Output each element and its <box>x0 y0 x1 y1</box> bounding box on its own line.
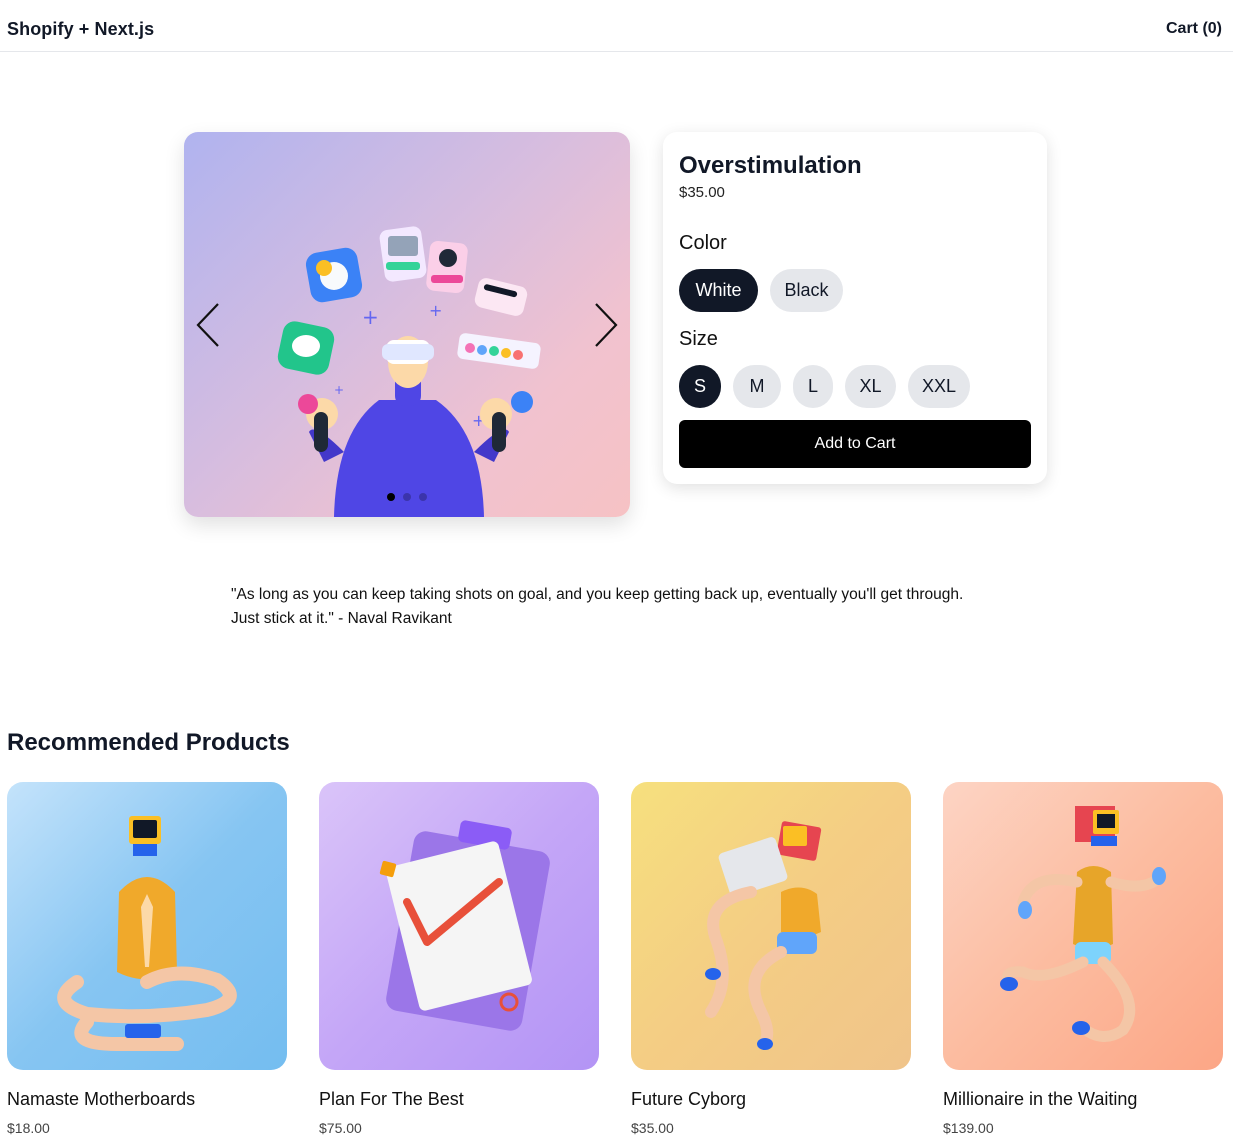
carousel-prev-arrow-icon[interactable] <box>194 302 222 348</box>
vr-character-illustration: + + + + <box>277 226 541 517</box>
add-to-cart-button[interactable]: Add to Cart <box>679 420 1031 468</box>
recommended-heading: Recommended Products <box>7 729 290 756</box>
product-card-price: $139.00 <box>943 1120 994 1136</box>
product-price: $35.00 <box>679 184 725 201</box>
brand-logo[interactable]: Shopify + Next.js <box>7 19 154 40</box>
site-header: Shopify + Next.js Cart (0) <box>0 0 1233 52</box>
svg-text:+: + <box>334 383 344 397</box>
size-option-xl[interactable]: XL <box>845 365 896 408</box>
size-option-xxl[interactable]: XXL <box>908 365 970 408</box>
product-card-future-cyborg[interactable]: Future Cyborg $35.00 <box>631 782 911 1136</box>
product-card-price: $75.00 <box>319 1120 362 1136</box>
product-image-carousel: + + + + <box>184 132 630 517</box>
product-card-title[interactable]: Millionaire in the Waiting <box>943 1089 1137 1110</box>
size-option-l[interactable]: L <box>793 365 833 408</box>
product-thumbnail[interactable] <box>7 782 287 1070</box>
quote-line: "As long as you can keep taking shots on… <box>231 586 964 603</box>
svg-text:+: + <box>362 305 379 329</box>
carousel-dot[interactable] <box>403 493 411 501</box>
size-label: Size <box>679 328 718 350</box>
svg-text:+: + <box>429 301 442 320</box>
product-thumbnail[interactable] <box>631 782 911 1070</box>
product-card-title[interactable]: Namaste Motherboards <box>7 1089 195 1110</box>
carousel-dot[interactable] <box>419 493 427 501</box>
color-option-black[interactable]: Black <box>770 269 843 312</box>
carousel-dots <box>387 493 427 501</box>
product-card-title[interactable]: Future Cyborg <box>631 1089 746 1110</box>
product-card-price: $35.00 <box>631 1120 674 1136</box>
product-card-namaste-motherboards[interactable]: Namaste Motherboards $18.00 <box>7 782 287 1136</box>
product-card-title[interactable]: Plan For The Best <box>319 1089 464 1110</box>
product-thumbnail[interactable] <box>319 782 599 1070</box>
product-card-plan-for-the-best[interactable]: Plan For The Best $75.00 <box>319 782 599 1136</box>
quote-line: Just stick at it." - Naval Ravikant <box>231 610 452 627</box>
product-title: Overstimulation <box>679 152 862 179</box>
product-description: "As long as you can keep taking shots on… <box>231 583 1011 631</box>
color-label: Color <box>679 232 727 254</box>
color-option-white[interactable]: White <box>679 269 758 312</box>
size-option-m[interactable]: M <box>733 365 781 408</box>
product-thumbnail[interactable] <box>943 782 1223 1070</box>
size-option-s[interactable]: S <box>679 365 721 408</box>
cart-link[interactable]: Cart (0) <box>1166 20 1222 38</box>
product-card-millionaire-in-the-waiting[interactable]: Millionaire in the Waiting $139.00 <box>943 782 1223 1136</box>
product-details-card: Overstimulation $35.00 Color White Black… <box>663 132 1047 484</box>
carousel-next-arrow-icon[interactable] <box>592 302 620 348</box>
carousel-dot[interactable] <box>387 493 395 501</box>
product-card-price: $18.00 <box>7 1120 50 1136</box>
